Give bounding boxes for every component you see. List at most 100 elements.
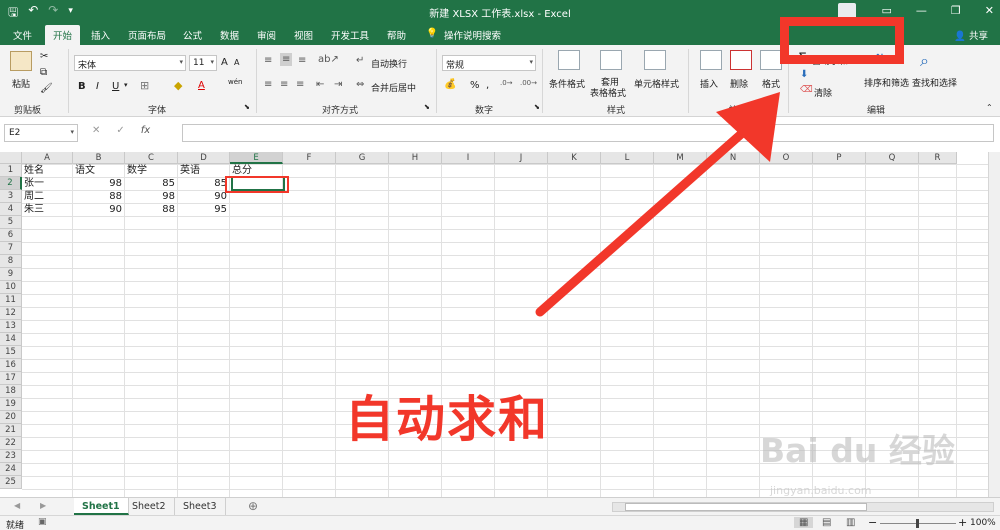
clear-button[interactable]: 清除 — [814, 86, 832, 99]
row-header-2[interactable]: 2 — [0, 177, 22, 190]
column-header-B[interactable]: B — [73, 152, 125, 164]
name-box[interactable]: E2 ▾ — [4, 124, 78, 142]
borders-icon[interactable]: ⊞ — [140, 79, 149, 92]
row-header-12[interactable]: 12 — [0, 307, 22, 320]
row-header-8[interactable]: 8 — [0, 255, 22, 268]
cell-D3[interactable]: 90 — [178, 190, 229, 203]
collapse-ribbon-icon[interactable]: ⌃ — [986, 103, 993, 112]
tab-help[interactable]: 帮助 — [387, 28, 406, 42]
font-name-combo[interactable]: 宋体 ▾ — [74, 55, 186, 71]
decrease-indent-icon[interactable]: ⇤ — [316, 79, 324, 90]
increase-indent-icon[interactable]: ⇥ — [334, 79, 342, 90]
sheet-tab-3[interactable]: Sheet3 — [175, 498, 226, 515]
vertical-scrollbar[interactable] — [988, 152, 1000, 497]
next-sheet-icon[interactable]: ▶ — [40, 501, 46, 510]
confirm-entry-icon[interactable]: ✓ — [116, 125, 124, 136]
tab-page-layout[interactable]: 页面布局 — [128, 28, 166, 42]
increase-decimal-icon[interactable]: .0→ — [500, 79, 513, 87]
zoom-level[interactable]: 100% — [970, 518, 996, 528]
minimize-icon[interactable]: — — [916, 4, 927, 17]
maximize-icon[interactable]: ❐ — [951, 4, 961, 17]
column-header-P[interactable]: P — [813, 152, 866, 164]
prev-sheet-icon[interactable]: ◀ — [14, 501, 20, 510]
bold-button[interactable]: B — [78, 81, 86, 92]
copy-icon[interactable]: ⧉ — [40, 67, 47, 78]
row-header-13[interactable]: 13 — [0, 320, 22, 333]
cell-C1[interactable]: 数学 — [125, 164, 177, 177]
cell-A1[interactable]: 姓名 — [22, 164, 72, 177]
row-header-15[interactable]: 15 — [0, 346, 22, 359]
share-button[interactable]: 👤 共享 — [954, 28, 988, 42]
row-header-11[interactable]: 11 — [0, 294, 22, 307]
column-header-K[interactable]: K — [548, 152, 601, 164]
number-format-combo[interactable]: 常规 ▾ — [442, 55, 536, 71]
conditional-formatting-icon[interactable] — [558, 50, 580, 70]
cell-B2[interactable]: 98 — [73, 177, 124, 190]
column-header-I[interactable]: I — [442, 152, 495, 164]
decrease-decimal-icon[interactable]: .00→ — [520, 79, 537, 87]
tab-developer[interactable]: 开发工具 — [331, 28, 369, 42]
row-header-19[interactable]: 19 — [0, 398, 22, 411]
cell-B3[interactable]: 88 — [73, 190, 124, 203]
column-header-Q[interactable]: Q — [866, 152, 919, 164]
column-header-O[interactable]: O — [760, 152, 813, 164]
horizontal-scroll-thumb[interactable] — [625, 503, 867, 511]
format-cells-button[interactable]: 格式 — [762, 77, 780, 90]
insert-cells-button[interactable]: 插入 — [700, 77, 718, 90]
find-select-button[interactable]: 查找和选择 — [912, 76, 957, 89]
column-header-R[interactable]: R — [919, 152, 957, 164]
cell-D2[interactable]: 85 — [178, 177, 229, 190]
cell-B4[interactable]: 90 — [73, 203, 124, 216]
cell-styles-button[interactable]: 单元格样式 — [634, 77, 679, 90]
sheet-tab-1[interactable]: Sheet1 — [74, 498, 129, 515]
row-header-5[interactable]: 5 — [0, 216, 22, 229]
column-header-L[interactable]: L — [601, 152, 654, 164]
row-header-17[interactable]: 17 — [0, 372, 22, 385]
fill-color-icon[interactable]: ◆ — [174, 79, 182, 92]
font-dialog-launcher-icon[interactable]: ⬊ — [244, 103, 250, 111]
paste-icon[interactable] — [10, 51, 32, 71]
row-header-4[interactable]: 4 — [0, 203, 22, 216]
row-header-23[interactable]: 23 — [0, 450, 22, 463]
normal-view-icon[interactable]: ▦ — [794, 517, 814, 528]
cut-icon[interactable]: ✂ — [40, 51, 48, 62]
align-center-icon[interactable]: ≡ — [280, 79, 288, 90]
underline-button[interactable]: U — [112, 81, 119, 92]
align-bottom-icon[interactable]: ≡ — [298, 55, 306, 66]
wrap-text-button[interactable]: 自动换行 — [371, 57, 407, 70]
row-header-3[interactable]: 3 — [0, 190, 22, 203]
ribbon-display-icon[interactable]: ▭ — [882, 4, 892, 17]
grow-font-button[interactable]: A — [221, 57, 228, 68]
cell-D4[interactable]: 95 — [178, 203, 229, 216]
row-header-10[interactable]: 10 — [0, 281, 22, 294]
zoom-in-icon[interactable]: + — [958, 516, 967, 529]
clear-icon[interactable]: ⌫ — [800, 85, 813, 95]
cell-C3[interactable]: 98 — [125, 190, 177, 203]
column-header-A[interactable]: A — [22, 152, 73, 164]
tab-insert[interactable]: 插入 — [91, 28, 110, 42]
column-header-M[interactable]: M — [654, 152, 707, 164]
zoom-out-icon[interactable]: − — [868, 516, 877, 529]
align-right-icon[interactable]: ≡ — [296, 79, 304, 90]
sort-filter-button[interactable]: 排序和筛选 — [864, 76, 909, 89]
delete-cells-button[interactable]: 删除 — [730, 77, 748, 90]
column-header-N[interactable]: N — [707, 152, 760, 164]
insert-function-button[interactable]: fx — [141, 125, 150, 136]
merge-center-button[interactable]: 合并后居中 — [371, 81, 416, 94]
row-header-25[interactable]: 25 — [0, 476, 22, 489]
find-select-icon[interactable]: ⌕ — [920, 51, 929, 71]
number-dialog-launcher-icon[interactable]: ⬊ — [534, 103, 540, 111]
horizontal-scrollbar[interactable] — [612, 502, 994, 512]
cell-D1[interactable]: 英语 — [178, 164, 229, 177]
insert-cells-icon[interactable] — [700, 50, 722, 70]
cell-B1[interactable]: 语文 — [73, 164, 124, 177]
row-header-16[interactable]: 16 — [0, 359, 22, 372]
conditional-formatting-button[interactable]: 条件格式 — [549, 77, 585, 90]
underline-dropdown-icon[interactable]: ▾ — [124, 81, 128, 89]
fill-icon[interactable]: ⬇ — [800, 69, 808, 80]
format-as-table-label-2[interactable]: 表格格式 — [590, 86, 626, 99]
tab-file[interactable]: 文件 — [13, 28, 32, 42]
row-header-18[interactable]: 18 — [0, 385, 22, 398]
add-sheet-icon[interactable]: ⊕ — [248, 499, 258, 513]
cell-A4[interactable]: 朱三 — [22, 203, 72, 216]
